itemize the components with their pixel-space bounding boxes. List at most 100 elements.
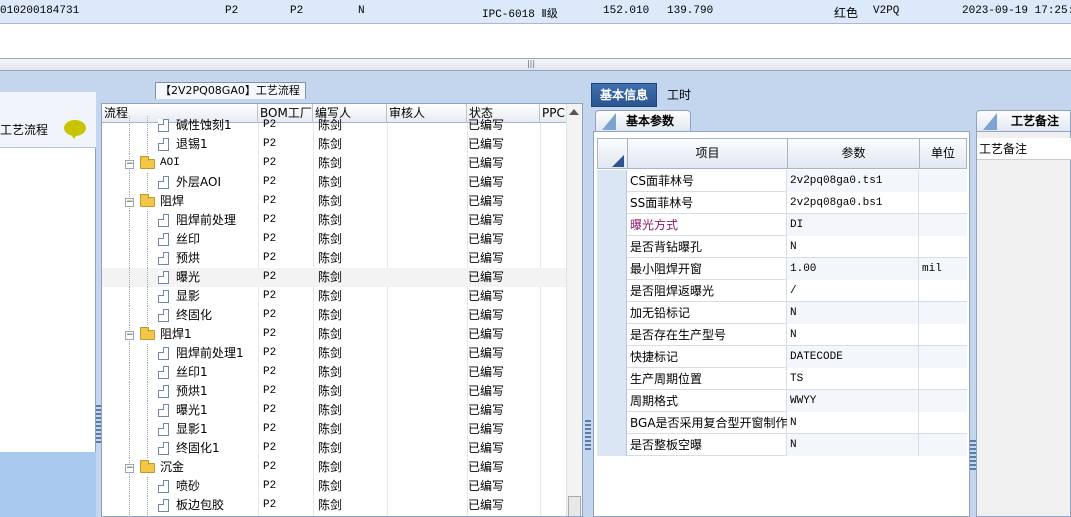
tree-scrollbar[interactable] (566, 104, 582, 516)
tree-row-status: 已编写 (468, 422, 505, 436)
param-row[interactable]: 周期格式 WWYY (597, 390, 967, 412)
left-pane-header[interactable]: 工艺流程 (0, 92, 96, 148)
tree-connector (129, 420, 130, 439)
param-row[interactable]: 加无铅标记 N (597, 302, 967, 324)
scroll-up-arrow-icon[interactable] (569, 109, 579, 115)
param-value[interactable]: N (787, 434, 919, 456)
row-selector[interactable] (597, 214, 627, 236)
tree-row[interactable]: 丝印 P2 陈剑 已编写 (102, 230, 566, 249)
process-flow-tab[interactable]: 【2V2PQ08GA0】工艺流程 (155, 82, 306, 99)
param-unit[interactable] (919, 192, 967, 214)
row-selector[interactable] (597, 324, 627, 346)
param-unit[interactable] (919, 324, 967, 346)
tree-row[interactable]: 曝光 P2 陈剑 已编写 (102, 268, 566, 287)
param-value[interactable]: 2v2pq08ga0.ts1 (787, 170, 919, 192)
param-value[interactable]: TS (787, 368, 919, 390)
param-row[interactable]: 是否阻焊返曝光 / (597, 280, 967, 302)
param-unit[interactable] (919, 236, 967, 258)
param-row[interactable]: 是否存在生产型号 N (597, 324, 967, 346)
param-unit[interactable] (919, 412, 967, 434)
param-row[interactable]: 曝光方式 DI (597, 214, 967, 236)
tree-row[interactable]: − AOI P2 陈剑 已编写 (102, 154, 566, 173)
tab-work-hours[interactable]: 工时 (661, 85, 697, 105)
param-row[interactable]: 是否背钻曝孔 N (597, 236, 967, 258)
tree-row[interactable]: − 沉金 P2 陈剑 已编写 (102, 458, 566, 477)
row-selector[interactable] (597, 412, 627, 434)
tree-row[interactable]: − 阻焊 P2 陈剑 已编写 (102, 192, 566, 211)
tree-row[interactable]: 退锡1 P2 陈剑 已编写 (102, 135, 566, 154)
param-unit[interactable]: mil (919, 258, 967, 280)
row-selector[interactable] (597, 390, 627, 412)
collapse-toggle-icon[interactable]: − (125, 198, 134, 207)
param-row[interactable]: 生产周期位置 TS (597, 368, 967, 390)
process-tree-grid[interactable]: 流程 BOM工厂 编写人 审核人 状态 PPC 碱性蚀刻1 P2 陈剑 已编写 退锡1 P… (101, 103, 583, 517)
param-value[interactable]: DI (787, 214, 919, 236)
param-row[interactable]: 是否整板空曝 N (597, 434, 967, 456)
tree-row[interactable]: 显影 P2 陈剑 已编写 (102, 287, 566, 306)
tree-row[interactable]: − 阻焊1 P2 陈剑 已编写 (102, 325, 566, 344)
middle-resize-handle[interactable] (585, 420, 591, 450)
param-value[interactable]: N (787, 412, 919, 434)
tree-row-status: 已编写 (468, 498, 505, 512)
param-row[interactable]: CS面菲林号 2v2pq08ga0.ts1 (597, 170, 967, 192)
param-unit[interactable] (919, 368, 967, 390)
tree-row-name: 曝光 (176, 270, 201, 284)
param-value[interactable]: 2v2pq08ga0.bs1 (787, 192, 919, 214)
record-col-b: P2 (290, 5, 304, 17)
tree-row[interactable]: 显影1 P2 陈剑 已编写 (102, 420, 566, 439)
param-unit[interactable] (919, 280, 967, 302)
tree-row[interactable]: 预烘1 P2 陈剑 已编写 (102, 382, 566, 401)
row-selector[interactable] (597, 192, 627, 214)
collapse-toggle-icon[interactable]: − (125, 331, 134, 340)
scroll-thumb[interactable] (568, 496, 581, 516)
param-value[interactable]: N (787, 302, 919, 324)
row-selector[interactable] (597, 236, 627, 258)
row-selector[interactable] (597, 368, 627, 390)
tree-row[interactable]: 板边包胶 P2 陈剑 已编写 (102, 496, 566, 515)
col-header-value[interactable]: 参数 (788, 139, 920, 168)
row-selector[interactable] (597, 302, 627, 324)
param-row[interactable]: 快捷标记 DATECODE (597, 346, 967, 368)
tab-basic-params[interactable]: 基本参数 (595, 110, 691, 132)
tree-row[interactable]: 喷砂 P2 陈剑 已编写 (102, 477, 566, 496)
splitter-grip-icon[interactable]: ||| (526, 59, 536, 69)
tree-row[interactable]: 终固化1 P2 陈剑 已编写 (102, 439, 566, 458)
collapse-toggle-icon[interactable]: − (125, 160, 134, 169)
document-icon (158, 138, 169, 151)
col-header-item[interactable]: 项目 (628, 139, 788, 168)
param-row[interactable]: 最小阻焊开窗 1.00 mil (597, 258, 967, 280)
param-row[interactable]: SS面菲林号 2v2pq08ga0.bs1 (597, 192, 967, 214)
param-row[interactable]: BGA是否采用复合型开窗制作 N (597, 412, 967, 434)
row-selector[interactable] (597, 346, 627, 368)
param-unit[interactable] (919, 346, 967, 368)
param-value[interactable]: 1.00 (787, 258, 919, 280)
collapse-toggle-icon[interactable]: − (125, 464, 134, 473)
row-selector[interactable] (597, 434, 627, 456)
col-header-unit[interactable]: 单位 (920, 139, 966, 168)
record-row[interactable]: 010200184731 P2 P2 N IPC-6018 Ⅱ级 152.010… (0, 0, 1071, 24)
tree-row[interactable]: 阻焊前处理1 P2 陈剑 已编写 (102, 344, 566, 363)
row-selector[interactable] (597, 170, 627, 192)
param-value[interactable]: DATECODE (787, 346, 919, 368)
param-unit[interactable] (919, 390, 967, 412)
tree-row[interactable]: 外层AOI P2 陈剑 已编写 (102, 173, 566, 192)
tree-row[interactable]: 丝印1 P2 陈剑 已编写 (102, 363, 566, 382)
tree-row[interactable]: 终固化 P2 陈剑 已编写 (102, 306, 566, 325)
param-value[interactable]: N (787, 324, 919, 346)
tree-row[interactable]: 碱性蚀刻1 P2 陈剑 已编写 (102, 116, 566, 135)
tab-basic-info[interactable]: 基本信息 (591, 83, 657, 107)
param-unit[interactable] (919, 302, 967, 324)
row-selector[interactable] (597, 258, 627, 280)
tree-row-writer: 陈剑 (318, 194, 343, 208)
row-selector[interactable] (597, 280, 627, 302)
param-value[interactable]: N (787, 236, 919, 258)
param-value[interactable]: WWYY (787, 390, 919, 412)
param-value[interactable]: / (787, 280, 919, 302)
tree-row[interactable]: 曝光1 P2 陈剑 已编写 (102, 401, 566, 420)
tree-row[interactable]: 阻焊前处理 P2 陈剑 已编写 (102, 211, 566, 230)
param-unit[interactable] (919, 214, 967, 236)
param-unit[interactable] (919, 434, 967, 456)
tree-row[interactable]: 预烘 P2 陈剑 已编写 (102, 249, 566, 268)
param-unit[interactable] (919, 170, 967, 192)
tab-process-remarks[interactable]: 工艺备注 (976, 110, 1071, 132)
